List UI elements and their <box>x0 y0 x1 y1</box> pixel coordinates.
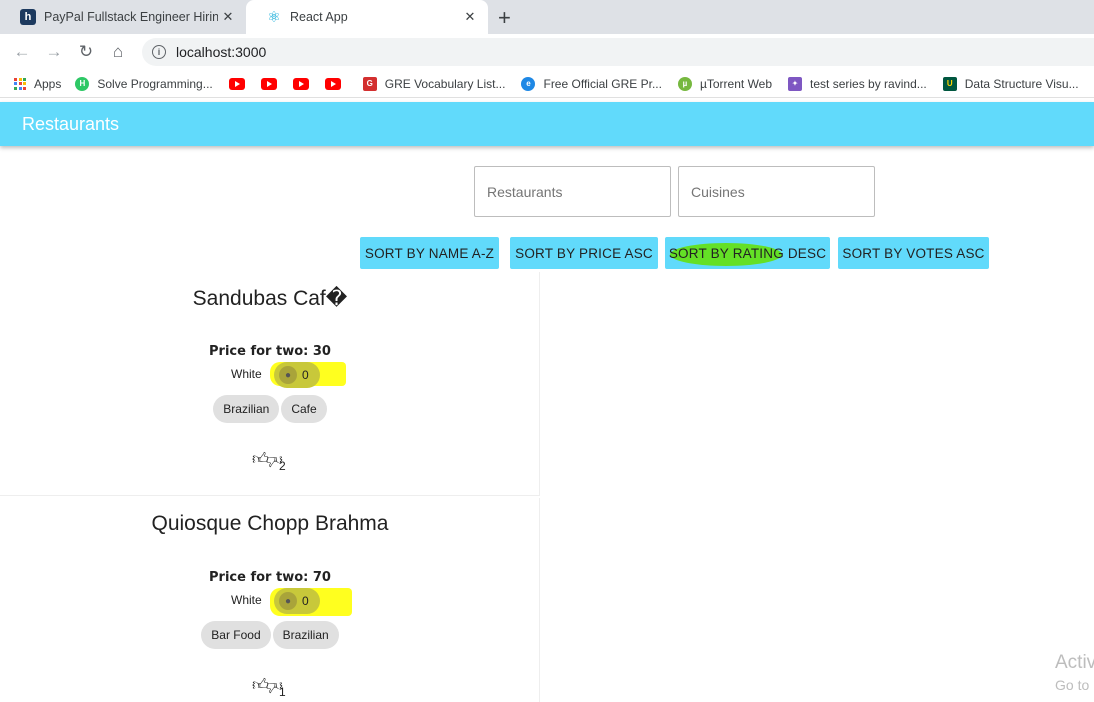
bookmark-label: Free Official GRE Pr... <box>543 76 662 91</box>
close-icon[interactable]: ✕ <box>460 9 480 25</box>
butterfly-icon: ✦ <box>788 76 803 91</box>
bookmark-label: Solve Programming... <box>97 76 213 91</box>
app-title: Restaurants <box>22 113 120 134</box>
close-icon[interactable]: ✕ <box>218 9 238 25</box>
hackerrank-icon: h <box>20 9 36 25</box>
usf-icon: U <box>942 76 957 91</box>
bookmark-apps[interactable]: Apps <box>14 77 61 91</box>
cuisine-chip[interactable]: Brazilian <box>272 621 339 649</box>
cuisine-chip[interactable]: Brazilian <box>213 395 280 423</box>
youtube-icon[interactable] <box>228 77 245 90</box>
gre-icon: G <box>362 76 377 91</box>
sort-name-button[interactable]: SORT BY NAME A-Z <box>360 237 499 269</box>
home-icon[interactable]: ⌂ <box>102 42 134 62</box>
watermark-line2: Go to <box>1055 677 1090 693</box>
likes-count: 1 <box>279 685 286 699</box>
restaurant-name: Quiosque Chopp Brahma <box>151 512 389 535</box>
back-icon[interactable]: ← <box>6 42 38 62</box>
like-dislike[interactable]: 👍︎👍︎ <box>252 450 282 469</box>
like-dislike[interactable]: 👍︎👍︎ <box>252 676 282 695</box>
person-icon: ● <box>279 366 297 384</box>
restaurant-card: Sandubas Caf� Price for two: 30 White ● … <box>0 272 540 496</box>
youtube-icon[interactable] <box>324 77 341 90</box>
app-header: Restaurants <box>0 102 1094 146</box>
bookmark-test-series[interactable]: ✦ test series by ravind... <box>788 76 927 91</box>
browser-toolbar: ← → ↻ ⌂ i localhost:3000 <box>0 34 1094 70</box>
bookmark-label: µTorrent Web <box>699 76 773 91</box>
bookmark-ets[interactable]: e Free Official GRE Pr... <box>521 76 662 91</box>
info-icon[interactable]: i <box>152 45 166 59</box>
rating-text: White <box>231 593 262 607</box>
cuisine-chips: Brazilian Cafe <box>0 395 540 423</box>
tab-title: React App <box>290 10 348 24</box>
cuisine-chip[interactable]: Bar Food <box>201 621 271 649</box>
sort-rating-label: SORT BY RATING DESC <box>668 245 827 261</box>
person-icon: ● <box>279 592 297 610</box>
cuisines-search-input[interactable] <box>678 166 875 217</box>
browser-tabstrip: h PayPal Fullstack Engineer Hiring C ✕ ⚛… <box>0 0 1094 34</box>
rating-text: White <box>231 367 262 381</box>
restaurant-price: Price for two: 30 <box>209 344 331 359</box>
address-bar[interactable]: i localhost:3000 <box>142 38 1094 66</box>
tab-paypal[interactable]: h PayPal Fullstack Engineer Hiring C ✕ <box>0 0 246 34</box>
restaurant-price: Price for two: 70 <box>209 570 331 585</box>
rating-row: White ● 0 <box>0 588 540 616</box>
bookmark-label: Data Structure Visu... <box>964 76 1079 91</box>
watermark-line1: Activ <box>1055 652 1094 673</box>
cuisine-chip[interactable]: Cafe <box>281 395 327 423</box>
ets-icon: e <box>521 76 536 91</box>
restaurants-search-input[interactable] <box>474 166 671 217</box>
bookmarks-bar: Apps H Solve Programming... G GRE Vocabu… <box>0 70 1094 98</box>
youtube-icon[interactable] <box>260 77 277 90</box>
react-icon: ⚛ <box>267 9 281 26</box>
votes-count: 0 <box>302 368 309 382</box>
youtube-icon[interactable] <box>292 77 309 90</box>
restaurant-card: Quiosque Chopp Brahma Price for two: 70 … <box>0 498 540 702</box>
bookmark-label: test series by ravind... <box>810 76 927 91</box>
bookmark-utorrent[interactable]: µ µTorrent Web <box>677 76 773 91</box>
bookmark-hackerrank[interactable]: H Solve Programming... <box>75 76 213 91</box>
cuisine-chips: Bar Food Brazilian <box>0 621 540 649</box>
utorrent-icon: µ <box>677 76 692 91</box>
sort-rating-button[interactable]: SORT BY RATING DESC <box>665 237 830 269</box>
sort-price-button[interactable]: SORT BY PRICE ASC <box>510 237 658 269</box>
reload-icon[interactable]: ↻ <box>70 42 102 62</box>
apps-grid-icon <box>14 77 26 90</box>
forward-icon[interactable]: → <box>38 42 70 62</box>
tab-title: PayPal Fullstack Engineer Hiring C <box>44 10 218 24</box>
tab-react-app[interactable]: ⚛ React App ✕ <box>246 0 488 34</box>
bookmark-gre-vocab[interactable]: G GRE Vocabulary List... <box>362 76 506 91</box>
new-tab-button[interactable]: + <box>498 5 511 31</box>
rating-row: White ● 0 <box>0 362 540 388</box>
hackerrank-icon: H <box>75 76 90 91</box>
likes-count: 2 <box>279 459 286 473</box>
bookmark-label: Apps <box>34 76 62 91</box>
bookmark-label: GRE Vocabulary List... <box>384 76 506 91</box>
sort-votes-button[interactable]: SORT BY VOTES ASC <box>838 237 989 269</box>
bookmark-usf[interactable]: U Data Structure Visu... <box>942 76 1079 91</box>
url-text: localhost:3000 <box>176 44 267 60</box>
votes-count: 0 <box>302 594 309 608</box>
restaurant-name: Sandubas Caf� <box>192 287 348 310</box>
